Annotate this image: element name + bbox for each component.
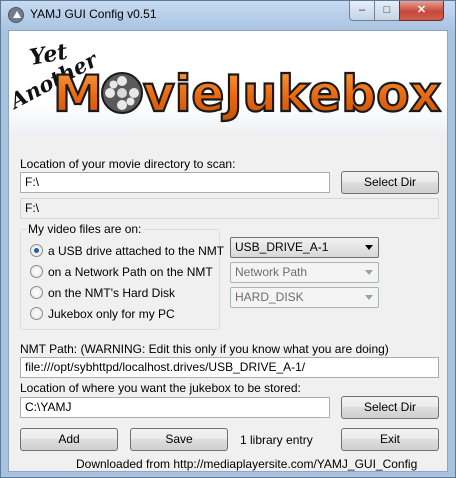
usb-drive-dropdown-value: USB_DRIVE_A-1 [235,240,329,254]
jukebox-dir-label: Location of where you want the jukebox t… [20,381,301,395]
minimize-button[interactable]: – [349,1,375,21]
usb-drive-dropdown[interactable]: USB_DRIVE_A-1 [230,237,379,258]
close-button[interactable]: ✕ [399,1,444,21]
banner-main-text: vieJukebox [143,65,441,123]
save-button[interactable]: Save [130,428,228,451]
app-window: YAMJ GUI Config v0.51 – □ ✕ Yet Another … [0,0,456,478]
network-path-dropdown: Network Path [230,262,379,283]
chevron-down-icon [365,245,373,250]
radio-network-path-button[interactable] [30,265,43,278]
film-reel-icon [101,72,143,114]
radio-pc-only[interactable]: Jukebox only for my PC [30,306,215,322]
radio-usb-drive[interactable]: a USB drive attached to the NMT [30,243,224,259]
yamj-banner-logo: Yet Another M vieJukebox [9,31,447,135]
download-footer-text: Downloaded from http://mediaplayersite.c… [76,457,418,471]
movie-dir-input[interactable]: F:\ [20,172,330,193]
jukebox-dir-select-button[interactable]: Select Dir [341,396,439,419]
hard-disk-dropdown-value: HARD_DISK [235,290,304,304]
window-title: YAMJ GUI Config v0.51 [30,7,157,21]
radio-network-path-label[interactable]: on a Network Path on the NMT [48,264,213,280]
radio-usb-drive-label[interactable]: a USB drive attached to the NMT [48,243,224,259]
banner-graphic: Yet Another M vieJukebox [9,39,442,124]
radio-hard-disk[interactable]: on the NMT's Hard Disk [30,285,215,301]
chevron-down-icon [365,295,373,300]
nmt-path-input[interactable]: file:///opt/sybhttpd/localhost.drives/US… [20,357,439,378]
radio-pc-only-button[interactable] [30,307,43,320]
jukebox-dir-input[interactable]: C:\YAMJ [20,397,330,418]
radio-network-path[interactable]: on a Network Path on the NMT [30,264,215,280]
network-path-dropdown-value: Network Path [235,265,308,279]
client-area: Yet Another M vieJukebox Location of you… [8,30,448,472]
hard-disk-dropdown: HARD_DISK [230,287,379,308]
radio-usb-drive-button[interactable] [30,244,43,257]
maximize-button[interactable]: □ [374,1,400,21]
radio-hard-disk-label[interactable]: on the NMT's Hard Disk [48,285,175,301]
video-location-group-title: My video files are on: [26,222,144,236]
chevron-down-icon [365,270,373,275]
radio-hard-disk-button[interactable] [30,286,43,299]
banner-m-text: M [53,65,103,123]
movie-dir-label: Location of your movie directory to scan… [20,157,236,171]
add-button[interactable]: Add [20,428,118,451]
movie-dir-select-button[interactable]: Select Dir [341,171,439,194]
movie-dir-echo-field: F:\ [20,198,439,219]
exit-button[interactable]: Exit [341,428,439,451]
app-icon[interactable] [8,7,24,23]
radio-pc-only-label[interactable]: Jukebox only for my PC [48,306,175,322]
nmt-path-label: NMT Path: (WARNING: Edit this only if yo… [20,342,389,356]
title-bar[interactable]: YAMJ GUI Config v0.51 – □ ✕ [1,1,455,29]
library-entry-count: 1 library entry [240,433,313,447]
